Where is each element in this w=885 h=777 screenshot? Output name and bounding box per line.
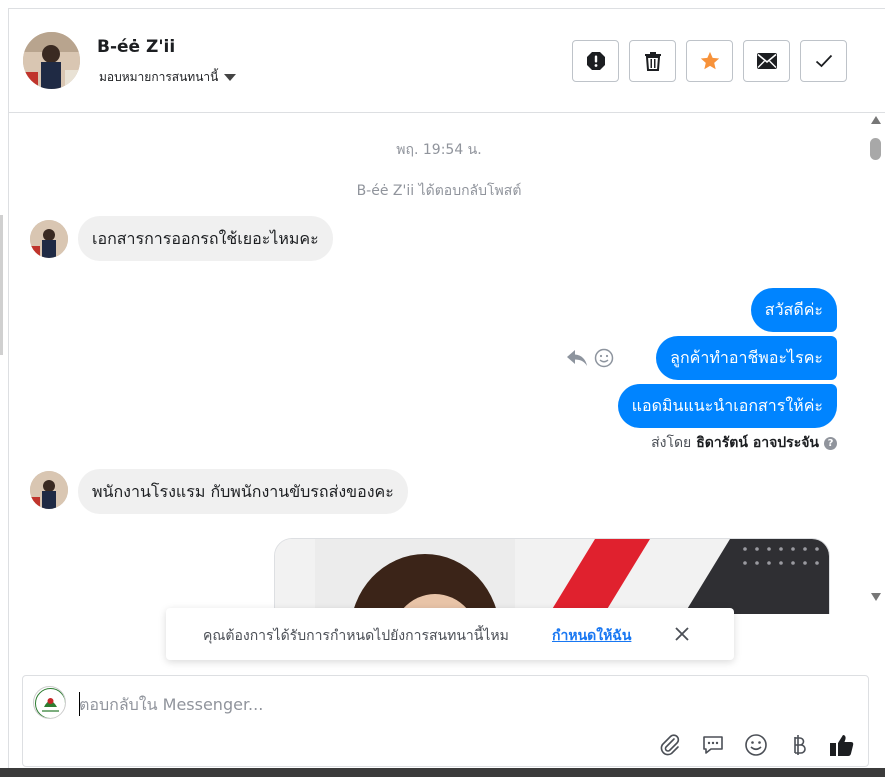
scroll-down-arrow-icon[interactable] xyxy=(871,593,881,601)
contact-name[interactable]: B-éė Z'ii xyxy=(97,37,175,57)
emoji-button[interactable] xyxy=(743,732,769,758)
contact-avatar[interactable] xyxy=(23,32,80,89)
star-button[interactable] xyxy=(686,40,733,82)
trash-icon xyxy=(644,52,661,71)
sent-by-name: ธิดารัตน์ อาจประจัน xyxy=(696,435,819,451)
delete-button[interactable] xyxy=(629,40,676,82)
message-timestamp: พฤ. 19:54 น. xyxy=(396,142,482,158)
text-cursor xyxy=(79,692,80,716)
composer-tools xyxy=(657,732,855,758)
baht-icon xyxy=(794,735,806,755)
page-avatar xyxy=(33,686,66,719)
thread-scrollbar[interactable] xyxy=(867,114,884,604)
mark-done-button[interactable] xyxy=(800,40,847,82)
outgoing-message[interactable]: ลูกค้าทำอาชีพอะไรคะ xyxy=(656,336,837,380)
emoji-reaction-icon[interactable] xyxy=(594,348,614,368)
caret-down-icon xyxy=(224,74,237,81)
left-panel-edge xyxy=(0,215,3,355)
assign-conversation-dropdown[interactable]: มอบหมายการสนทนานี้ xyxy=(99,68,237,87)
assign-label: มอบหมายการสนทนานี้ xyxy=(99,70,219,84)
spam-button[interactable] xyxy=(572,40,619,82)
attach-button[interactable] xyxy=(657,732,683,758)
system-note: B-éė Z'ii ได้ตอบกลับโพสต์ xyxy=(356,183,522,199)
scroll-up-arrow-icon[interactable] xyxy=(871,116,881,124)
taskbar xyxy=(0,768,885,777)
thumbs-up-icon xyxy=(830,735,854,756)
contact-avatar-small[interactable] xyxy=(30,471,68,509)
sent-by-prefix: ส่งโดย xyxy=(651,435,692,451)
scrollbar-thumb[interactable] xyxy=(870,138,881,160)
conversation-toolbar xyxy=(572,40,847,82)
reply-icon[interactable] xyxy=(566,349,588,367)
chat-bubble-icon xyxy=(703,736,723,754)
help-icon[interactable]: ? xyxy=(824,436,837,450)
incoming-message[interactable]: เอกสารการออกรถใช้เยอะไหมคะ xyxy=(78,216,333,261)
contact-avatar-small[interactable] xyxy=(30,220,68,258)
sent-by-label: ส่งโดย ธิดารัตน์ อาจประจัน ? xyxy=(651,432,837,454)
assign-prompt-toast: คุณต้องการได้รับการกำหนดไปยังการสนทนานี้… xyxy=(166,608,734,660)
envelope-icon xyxy=(756,53,777,69)
close-icon[interactable] xyxy=(673,625,691,643)
saved-replies-button[interactable] xyxy=(700,732,726,758)
smiley-icon xyxy=(745,734,767,756)
mark-unread-button[interactable] xyxy=(743,40,790,82)
paperclip-icon xyxy=(660,734,680,756)
message-composer xyxy=(22,675,869,767)
star-icon xyxy=(700,51,719,70)
conversation-header: B-éė Z'ii มอบหมายการสนทนานี้ xyxy=(9,9,885,113)
message-thread[interactable]: พฤ. 19:54 น. B-éė Z'ii ได้ตอบกลับโพสต์ เ… xyxy=(9,114,869,614)
outgoing-message[interactable]: สวัสดีค่ะ xyxy=(750,288,837,332)
image-attachment[interactable] xyxy=(274,538,830,614)
message-actions xyxy=(566,348,614,368)
exclamation-icon xyxy=(586,52,605,70)
outgoing-message[interactable]: แอดมินแนะนำเอกสารให้ค่ะ xyxy=(617,384,837,428)
incoming-message[interactable]: พนักงานโรงแรม กับพนักงานขับรถส่งของคะ xyxy=(78,469,408,514)
reply-input[interactable] xyxy=(79,692,779,716)
assign-to-me-link[interactable]: กำหนดให้ฉัน xyxy=(552,625,631,647)
check-icon xyxy=(815,54,832,68)
payment-button[interactable] xyxy=(786,732,812,758)
assign-prompt-text: คุณต้องการได้รับการกำหนดไปยังการสนทนานี้… xyxy=(203,628,509,644)
like-button[interactable] xyxy=(829,732,855,758)
